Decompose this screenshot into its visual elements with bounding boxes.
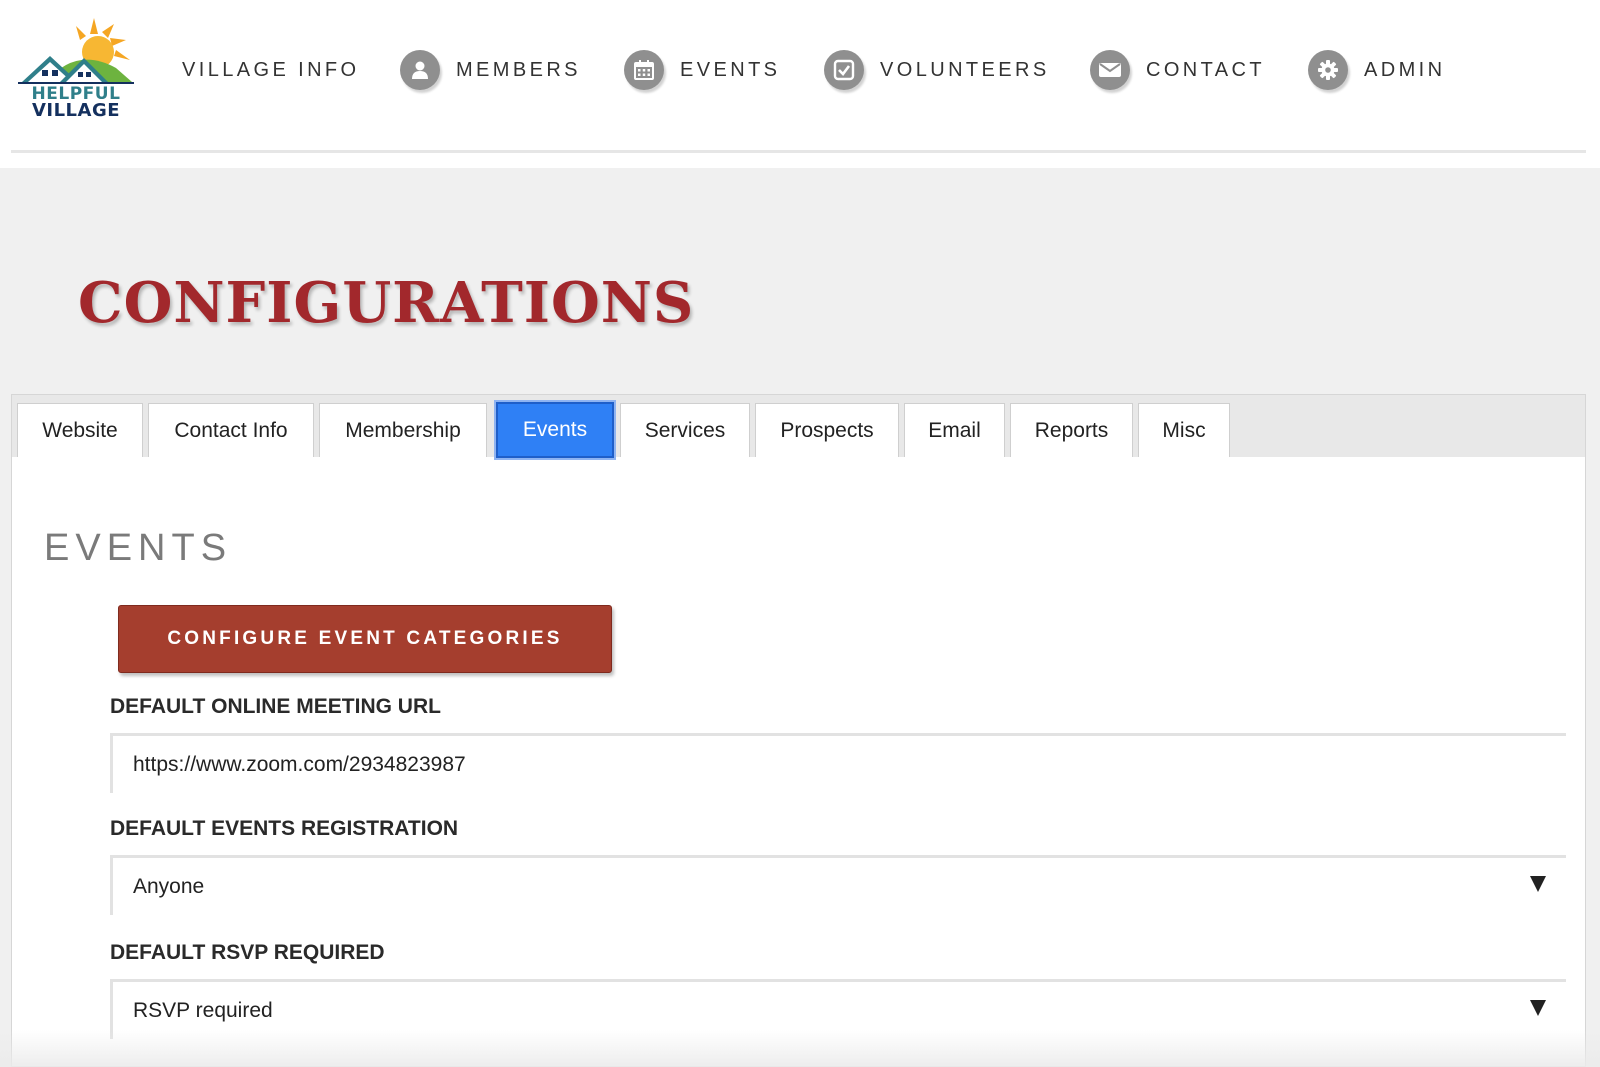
rsvp-required-value: RSVP required — [133, 998, 273, 1022]
tab-reports[interactable]: Reports — [1010, 403, 1133, 457]
meeting-url-label: DEFAULT ONLINE MEETING URL — [110, 695, 441, 718]
tab-bar: Website Contact Info Membership Events S… — [12, 395, 1585, 460]
calendar-icon — [624, 50, 664, 90]
logo-text-bottom: VILLAGE — [31, 100, 121, 121]
tab-website[interactable]: Website — [17, 403, 143, 457]
nav-label: VOLUNTEERS — [880, 58, 1050, 81]
events-registration-value: Anyone — [133, 874, 205, 898]
nav-label: CONTACT — [1146, 58, 1265, 81]
checkbox-icon — [824, 50, 864, 90]
tab-prospects[interactable]: Prospects — [755, 403, 899, 457]
tab-services[interactable]: Services — [620, 403, 750, 457]
page-title: CONFIGURATIONS — [78, 270, 695, 336]
tab-misc[interactable]: Misc — [1138, 403, 1230, 457]
nav-label: MEMBERS — [456, 58, 581, 81]
tab-events[interactable]: Events — [494, 400, 616, 460]
events-registration-label: DEFAULT EVENTS REGISTRATION — [110, 817, 459, 840]
meeting-url-input[interactable] — [133, 752, 1566, 777]
nav-item-volunteers[interactable]: VOLUNTEERS — [824, 46, 1050, 94]
dropdown-arrow-icon — [1530, 1000, 1546, 1016]
header-divider — [11, 150, 1586, 153]
meeting-url-field[interactable] — [110, 733, 1566, 793]
nav-item-village-info[interactable]: VILLAGE INFO — [182, 46, 360, 94]
person-icon — [400, 50, 440, 90]
rsvp-required-select[interactable]: RSVP required — [110, 979, 1566, 1039]
tab-email[interactable]: Email — [904, 403, 1005, 457]
nav-label: ADMIN — [1364, 58, 1446, 81]
gear-icon — [1308, 50, 1348, 90]
nav-item-contact[interactable]: CONTACT — [1090, 46, 1265, 94]
envelope-icon — [1090, 50, 1130, 90]
nav-label: EVENTS — [680, 58, 781, 81]
tab-contact-info[interactable]: Contact Info — [148, 403, 314, 457]
dropdown-arrow-icon — [1530, 876, 1546, 892]
nav-label: VILLAGE INFO — [182, 58, 360, 81]
helpful-village-logo[interactable]: HELPFUL VILLAGE — [16, 16, 136, 124]
configuration-panel: Website Contact Info Membership Events S… — [11, 394, 1586, 1067]
section-title: EVENTS — [44, 527, 233, 569]
rsvp-required-label: DEFAULT RSVP REQUIRED — [110, 941, 385, 964]
nav-item-members[interactable]: MEMBERS — [400, 46, 581, 94]
nav-item-admin[interactable]: ADMIN — [1308, 46, 1445, 94]
logo-house-sun-icon — [18, 18, 134, 84]
nav-item-events[interactable]: EVENTS — [624, 46, 780, 94]
events-registration-select[interactable]: Anyone — [110, 855, 1566, 915]
configure-event-categories-button[interactable]: CONFIGURE EVENT CATEGORIES — [118, 605, 612, 673]
tab-membership[interactable]: Membership — [319, 403, 487, 457]
site-header: HELPFUL VILLAGE VILLAGE INFO MEMBERS EVE… — [0, 0, 1600, 168]
